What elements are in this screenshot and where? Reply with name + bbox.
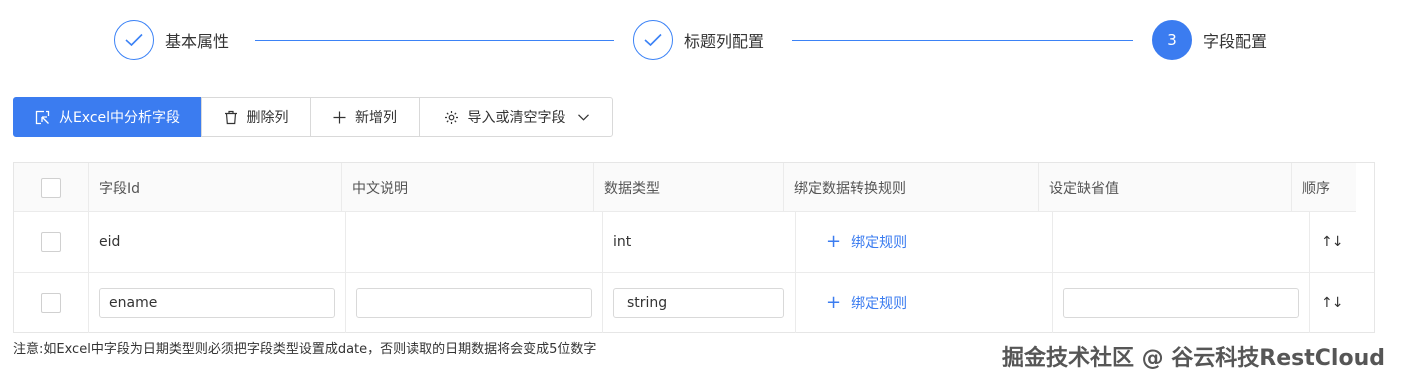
- header-field-id: 字段Id: [89, 163, 342, 212]
- step-field-config[interactable]: 3 字段配置: [1152, 18, 1267, 62]
- step-title: 字段配置: [1203, 32, 1268, 51]
- analyze-excel-label: 从Excel中分析字段: [58, 110, 181, 126]
- select-all-checkbox[interactable]: [41, 177, 61, 198]
- sort-arrows-icon[interactable]: ↑↓: [1321, 234, 1343, 250]
- bind-rule-link[interactable]: + 绑定规则: [826, 293, 907, 313]
- default-value-input[interactable]: [1063, 288, 1299, 318]
- step-title-column-config[interactable]: 标题列配置: [633, 18, 764, 62]
- row-checkbox[interactable]: [41, 232, 61, 252]
- header-cn-desc: 中文说明: [342, 163, 594, 212]
- delete-column-label: 删除列: [246, 110, 289, 126]
- data-type-input[interactable]: [613, 288, 784, 318]
- bind-rule-label: 绑定规则: [851, 296, 908, 312]
- row-select-cell: [14, 212, 89, 272]
- step-connector: [255, 40, 614, 41]
- check-icon: [633, 20, 673, 60]
- gear-icon: [444, 110, 459, 125]
- toolbar: 从Excel中分析字段 删除列 新增列 导入或清空字段: [13, 97, 613, 137]
- table-header: 字段Id 中文说明 数据类型 绑定数据转换规则 设定缺省值 顺序: [14, 163, 1356, 212]
- order-cell: ↑↓: [1310, 212, 1374, 272]
- trash-icon: [224, 110, 238, 125]
- import-clear-label: 导入或清空字段: [467, 110, 566, 126]
- bind-rule-link[interactable]: + 绑定规则: [826, 232, 907, 252]
- analyze-excel-button[interactable]: 从Excel中分析字段: [13, 97, 202, 137]
- plus-icon: +: [826, 292, 842, 313]
- date-type-note: 注意:如Excel中字段为日期类型则必须把字段类型设置成date，否则读取的日期…: [13, 342, 597, 357]
- step-connector: [792, 40, 1133, 41]
- order-cell: ↑↓: [1310, 273, 1374, 333]
- steps-bar: 基本属性 标题列配置 3 字段配置: [0, 18, 1401, 62]
- watermark: 掘金技术社区 @ 谷云科技RestCloud: [1001, 346, 1385, 371]
- field-id-input[interactable]: [99, 288, 335, 318]
- bind-rule-label: 绑定规则: [851, 235, 908, 251]
- header-select-all: [14, 163, 89, 212]
- cn-desc-cell: [346, 212, 603, 272]
- field-id-cell: [89, 273, 346, 333]
- plus-icon: [333, 111, 346, 124]
- cn-desc-cell: [346, 273, 603, 333]
- data-type-cell: [603, 273, 796, 333]
- add-column-label: 新增列: [355, 110, 397, 126]
- add-column-button[interactable]: 新增列: [310, 97, 420, 137]
- cn-desc-input[interactable]: [356, 288, 592, 318]
- step-basic-properties[interactable]: 基本属性: [114, 18, 229, 62]
- fields-table: 字段Id 中文说明 数据类型 绑定数据转换规则 设定缺省值 顺序 eid int…: [13, 162, 1375, 333]
- plus-icon: +: [826, 231, 842, 252]
- bind-rule-cell: + 绑定规则: [796, 212, 1053, 272]
- step-title: 标题列配置: [684, 32, 765, 51]
- sort-arrows-icon[interactable]: ↑↓: [1321, 295, 1343, 311]
- field-id-cell: eid: [89, 212, 346, 272]
- data-type-cell: int: [603, 212, 796, 272]
- header-order: 顺序: [1302, 180, 1330, 197]
- row-select-cell: [14, 273, 89, 333]
- chevron-down-icon: [577, 113, 589, 121]
- table-row: + 绑定规则 ↑↓: [14, 273, 1374, 334]
- table-row: eid int + 绑定规则 ↑↓: [14, 212, 1374, 273]
- check-icon: [114, 20, 154, 60]
- delete-column-button[interactable]: 删除列: [201, 97, 311, 137]
- select-area-icon: [35, 110, 50, 125]
- row-checkbox[interactable]: [41, 293, 61, 313]
- header-bind-rule: 绑定数据转换规则: [784, 163, 1039, 212]
- import-clear-dropdown[interactable]: 导入或清空字段: [419, 97, 613, 137]
- header-default-value: 设定缺省值: [1039, 163, 1292, 212]
- default-value-cell: [1053, 212, 1310, 272]
- step-number: 3: [1152, 20, 1192, 60]
- bind-rule-cell: + 绑定规则: [796, 273, 1053, 333]
- step-title: 基本属性: [165, 32, 230, 51]
- header-data-type: 数据类型: [594, 163, 784, 212]
- default-value-cell: [1053, 273, 1310, 333]
